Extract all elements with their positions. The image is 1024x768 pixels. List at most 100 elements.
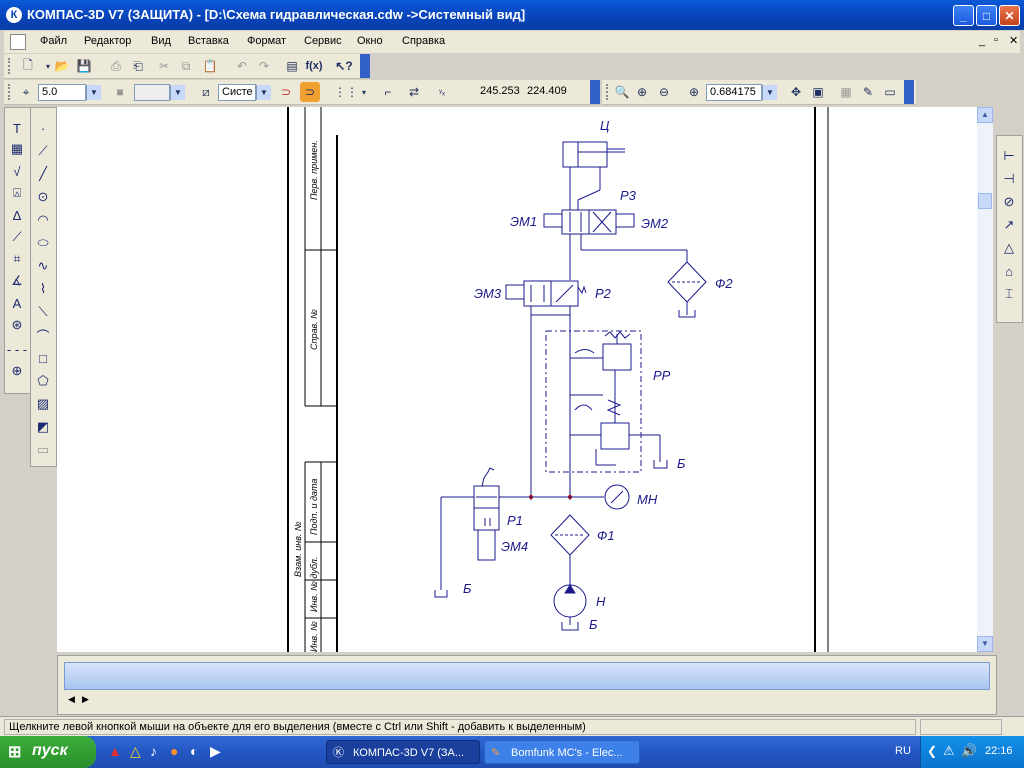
menu-help[interactable]: Справка xyxy=(402,35,445,47)
roughness-icon[interactable]: √ xyxy=(6,161,28,181)
media-launch-icon[interactable]: ◐ xyxy=(190,743,198,759)
zoom-in-icon[interactable]: ⊕ xyxy=(632,82,652,102)
scroll-thumb[interactable] xyxy=(978,193,992,209)
scroll-up-icon[interactable]: ▲ xyxy=(977,107,993,123)
polygon-icon[interactable]: ⬠ xyxy=(32,371,54,391)
maximize-button[interactable]: □ xyxy=(976,5,997,26)
chamfer-icon[interactable]: ⟍ xyxy=(32,302,54,322)
designation-icon[interactable]: A xyxy=(6,293,28,313)
menu-window[interactable]: Окно xyxy=(357,35,383,47)
toolbar-grip[interactable] xyxy=(8,58,13,74)
menu-editor[interactable]: Редактор xyxy=(84,35,131,47)
inertia-icon[interactable]: ⌶ xyxy=(998,284,1020,304)
spline-icon[interactable]: ∿ xyxy=(32,256,54,276)
cut-icon[interactable]: ✂ xyxy=(154,56,174,76)
point-icon[interactable]: · xyxy=(32,118,54,138)
dash-icon[interactable]: - - - xyxy=(6,339,28,359)
mass-icon[interactable]: ⌂ xyxy=(998,261,1020,281)
display-icon[interactable]: ▭ xyxy=(880,82,900,102)
zoom-scale-icon[interactable]: ⊕ xyxy=(684,82,704,102)
measure-icon[interactable]: ⌗ xyxy=(6,249,28,269)
vertical-scrollbar[interactable]: ▲ ▼ xyxy=(977,107,993,652)
leader-icon[interactable]: ⟋ xyxy=(6,227,28,247)
polyline-icon[interactable]: ⌇ xyxy=(32,279,54,299)
warning-launch-icon[interactable]: △ xyxy=(130,743,141,760)
coord-x-field[interactable]: 245.253 xyxy=(456,84,522,101)
system-field[interactable]: Систе xyxy=(218,84,256,101)
toolbar-grip[interactable] xyxy=(606,84,611,100)
new-document-icon[interactable]: 🗋 xyxy=(18,56,38,76)
document-icon[interactable] xyxy=(10,34,26,50)
arc-icon[interactable]: ◠ xyxy=(32,210,54,230)
warning-tray-icon[interactable]: ⚠ xyxy=(943,743,955,759)
fillet-icon[interactable]: ⌒ xyxy=(32,325,54,345)
scroll-down-icon[interactable]: ▼ xyxy=(977,636,993,652)
manager-icon[interactable]: ▤ xyxy=(282,56,302,76)
tray-expand-icon[interactable]: ❮ xyxy=(927,744,937,758)
fill-icon[interactable]: ◩ xyxy=(32,417,54,437)
pan-icon[interactable]: ✥ xyxy=(786,82,806,102)
task-media-player[interactable]: ✎ Bomfunk MC's - Elec... xyxy=(484,740,640,764)
dimension-icon[interactable]: ∆ xyxy=(6,205,28,225)
dropdown-arrow-icon[interactable]: ▾ xyxy=(354,82,374,102)
tab-scroll-left-icon[interactable]: ◀ xyxy=(68,694,75,705)
ellipse-icon[interactable]: ⬭ xyxy=(32,233,54,253)
length-icon[interactable]: ⊣ xyxy=(998,169,1020,189)
layer-field[interactable] xyxy=(134,84,170,101)
print-icon[interactable]: ⎙ xyxy=(106,56,126,76)
player-launch-icon[interactable]: ▶ xyxy=(210,743,221,760)
chevron-down-icon[interactable]: ▼ xyxy=(256,85,271,100)
title-bar[interactable]: К КОМПАС-3D V7 (ЗАЩИТА) - [D:\Схема гидр… xyxy=(0,0,1024,30)
print-preview-icon[interactable]: ⎗ xyxy=(128,56,148,76)
function-icon[interactable]: f(x) xyxy=(304,56,324,76)
magnet-icon[interactable]: ⊃ xyxy=(276,82,296,102)
mdi-close-icon[interactable]: ✕ xyxy=(1009,34,1018,47)
chevron-down-icon[interactable]: ▼ xyxy=(170,85,185,100)
start-button[interactable]: ⊞ пуск xyxy=(0,736,96,768)
refresh-icon[interactable]: ▦ xyxy=(836,82,856,102)
menu-insert[interactable]: Вставка xyxy=(188,35,229,47)
contour-icon[interactable]: ▭ xyxy=(32,440,54,460)
angle-icon[interactable]: ∡ xyxy=(6,271,28,291)
menu-format[interactable]: Формат xyxy=(247,35,286,47)
language-indicator[interactable]: RU xyxy=(895,745,911,757)
help-pointer-icon[interactable]: ↖? xyxy=(334,56,354,76)
zoom-field[interactable]: 0.684175 xyxy=(706,84,762,101)
circle-icon[interactable]: ⊙ xyxy=(32,187,54,207)
volume-tray-icon[interactable]: 🔊 xyxy=(961,743,977,759)
kompas-launch-icon[interactable]: ▲ xyxy=(108,743,122,759)
layer-icon[interactable]: ■ xyxy=(110,82,130,102)
close-button[interactable]: ✕ xyxy=(999,5,1020,26)
menu-service[interactable]: Сервис xyxy=(304,35,342,47)
segment-icon[interactable]: ╱ xyxy=(32,164,54,184)
table-icon[interactable]: ▦ xyxy=(6,139,28,159)
undo-icon[interactable]: ↶ xyxy=(232,56,252,76)
line-width-field[interactable]: 5.0 xyxy=(38,84,86,101)
open-folder-icon[interactable]: 📂 xyxy=(52,56,72,76)
toolbar-options-icon[interactable] xyxy=(360,54,370,78)
toolbar-options-icon[interactable] xyxy=(904,80,914,104)
local-cs-icon[interactable]: ⇄ xyxy=(404,82,424,102)
text-icon[interactable]: T xyxy=(6,118,28,138)
snap-point-icon[interactable]: ⌖ xyxy=(16,82,36,102)
hatch-icon[interactable]: ▨ xyxy=(32,394,54,414)
hydraulic-schematic[interactable]: Перв. примен. Справ. № Подп. и дата Инв.… xyxy=(57,107,977,652)
center-mark-icon[interactable]: ⊕ xyxy=(6,361,28,381)
mdi-minimize-icon[interactable]: _ xyxy=(979,35,985,47)
browser-launch-icon[interactable]: ● xyxy=(170,743,178,759)
grid-icon[interactable]: ⋮⋮ xyxy=(334,82,358,102)
angle-measure-icon[interactable]: ⊘ xyxy=(998,192,1020,212)
zoom-window-icon[interactable]: 🔍 xyxy=(612,82,632,102)
copy-icon[interactable]: ⧉ xyxy=(176,56,196,76)
toolbar-options-icon[interactable] xyxy=(590,80,600,104)
tools-icon[interactable]: ✎ xyxy=(858,82,878,102)
parametric-icon[interactable]: ⊛ xyxy=(6,315,28,335)
snap-toggle-icon[interactable]: ⊃ xyxy=(300,82,320,102)
coord-y-field[interactable]: 224.409 xyxy=(524,84,586,101)
curve-length-icon[interactable]: ↗ xyxy=(998,215,1020,235)
task-kompas[interactable]: Ⓚ КОМПАС-3D V7 (ЗА... xyxy=(326,740,480,764)
clock[interactable]: 22:16 xyxy=(985,745,1013,757)
minimize-button[interactable]: _ xyxy=(953,5,974,26)
rectangle-icon[interactable]: □ xyxy=(32,348,54,368)
music-launch-icon[interactable]: ♪ xyxy=(150,743,157,759)
